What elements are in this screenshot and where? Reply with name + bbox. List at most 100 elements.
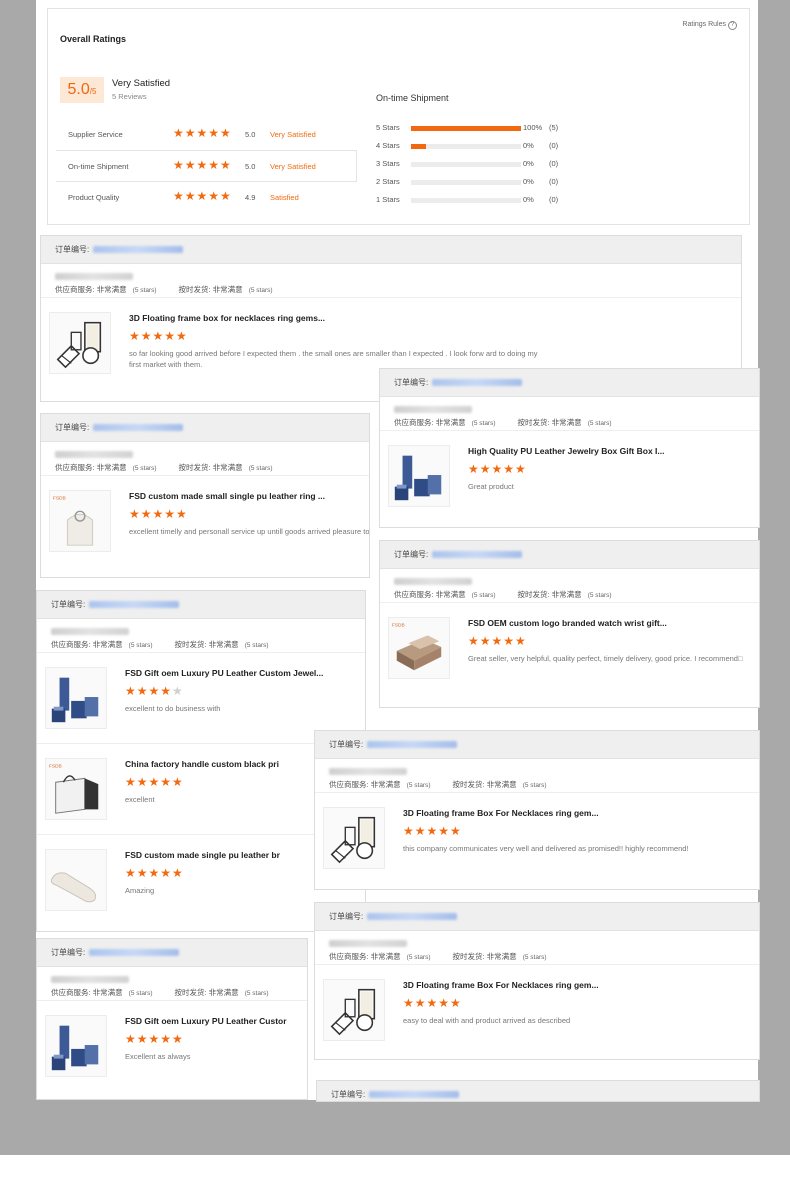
review-card: 订单编号: 供应商服务: 非常满意 (5 stars) 按时发货: 非常满意 (5 st… [314, 730, 760, 890]
order-number-header: 订单编号: [380, 541, 759, 569]
distribution-bar [411, 144, 521, 149]
sub-rating-value: 5.0 [245, 162, 256, 171]
distribution-percent: 0% [523, 195, 534, 204]
ring-stand-icon[interactable]: FSDB [49, 490, 111, 552]
order-number-header: 订单编号: [315, 903, 759, 931]
sub-rating-ontime-shipment[interactable]: On-time Shipment ★★★★★ 5.0 Very Satisfie… [56, 150, 357, 182]
frame-box-icon[interactable] [323, 807, 385, 869]
ontime-label: 按时发货: 非常满意 [517, 418, 582, 427]
blue-box-icon[interactable] [45, 1015, 107, 1077]
sub-rating-supplier-service: Supplier Service ★★★★★ 5.0 Very Satisfie… [56, 119, 356, 149]
review-item: FSDB FSD OEM custom logo branded watch wr… [380, 602, 759, 693]
review-comment: this company communicates very well and … [403, 844, 689, 853]
review-stars: ★★★★★ [125, 775, 184, 789]
supplier-service-stars: (5 stars) [471, 420, 496, 427]
order-number-header: 订单编号: [380, 369, 759, 397]
order-number-blurred[interactable] [89, 601, 180, 609]
review-item: High Quality PU Leather Jewelry Box Gift… [380, 430, 759, 521]
order-number-label: 订单编号: [55, 245, 90, 254]
order-number-blurred[interactable] [432, 379, 523, 387]
order-number-label: 订单编号: [51, 948, 86, 957]
buyer-name-blurred [55, 449, 369, 461]
supplier-service-stars: (5 stars) [471, 592, 496, 599]
paper-bag-icon[interactable]: FSDB [45, 758, 107, 820]
frame-box-icon[interactable] [323, 979, 385, 1041]
service-ratings-row: 供应商服务: 非常满意 (5 stars) 按时发货: 非常满意 (5 stars) [329, 950, 759, 964]
order-number-label: 订单编号: [394, 550, 429, 559]
product-name-link[interactable]: FSD Gift oem Luxury PU Leather Custor [125, 1016, 287, 1026]
ontime-label: 按时发货: 非常满意 [178, 285, 243, 294]
review-stars: ★★★★★ [125, 1032, 184, 1046]
supplier-service-stars: (5 stars) [128, 642, 153, 649]
review-card: 订单编号: 供应商服务: 非常满意 (5 stars) 按时发货: 非常满意 (5 st… [379, 368, 760, 528]
order-number-header: 订单编号: [37, 939, 307, 967]
ontime-stars: (5 stars) [522, 782, 547, 789]
frame-box-icon[interactable] [49, 312, 111, 374]
service-ratings-row: 供应商服务: 非常满意 (5 stars) 按时发货: 非常满意 (5 stars) [51, 638, 365, 652]
order-number-blurred[interactable] [367, 741, 458, 749]
blue-box-icon[interactable] [45, 667, 107, 729]
order-number-blurred[interactable] [367, 913, 458, 921]
product-name-link[interactable]: High Quality PU Leather Jewelry Box Gift… [468, 446, 665, 456]
order-number-blurred[interactable] [369, 1091, 460, 1099]
review-card: 订单编号: [316, 1080, 760, 1102]
ontime-label: 按时发货: 非常满意 [178, 463, 243, 472]
sub-rating-text: Very Satisfied [270, 130, 316, 139]
svg-text:FSDB: FSDB [49, 764, 62, 770]
ontime-stars: (5 stars) [248, 287, 273, 294]
product-name-link[interactable]: 3D Floating frame box for necklaces ring… [129, 313, 325, 323]
order-number-label: 订单编号: [329, 740, 364, 749]
sub-rating-name: Product Quality [68, 193, 120, 202]
review-comment: Great product [468, 482, 514, 491]
order-number-label: 订单编号: [51, 600, 86, 609]
review-stars: ★★★★★ [468, 462, 527, 476]
product-name-link[interactable]: FSD OEM custom logo branded watch wrist … [468, 618, 667, 628]
ontime-stars: (5 stars) [522, 954, 547, 961]
service-ratings-row: 供应商服务: 非常满意 (5 stars) 按时发货: 非常满意 (5 stars) [51, 986, 307, 1000]
supplier-service-label: 供应商服务: 非常满意 [394, 590, 466, 599]
order-number-blurred[interactable] [432, 551, 523, 559]
review-stars: ★★★★★ [468, 634, 527, 648]
review-meta: 供应商服务: 非常满意 (5 stars) 按时发货: 非常满意 (5 stars) [41, 442, 369, 475]
product-name-link[interactable]: FSD custom made small single pu leather … [129, 491, 325, 501]
review-meta: 供应商服务: 非常满意 (5 stars) 按时发货: 非常满意 (5 stars) [315, 759, 759, 792]
ratings-rules-link[interactable]: Ratings Rules? [682, 21, 737, 30]
watch-box-icon[interactable]: FSDB [388, 617, 450, 679]
order-number-blurred[interactable] [93, 424, 184, 432]
review-card: 订单编号: 供应商服务: 非常满意 (5 stars) 按时发货: 非常满意 (5 st… [36, 938, 308, 1100]
order-number-label: 订单编号: [55, 423, 90, 432]
service-ratings-row: 供应商服务: 非常满意 (5 stars) 按时发货: 非常满意 (5 stars) [55, 461, 369, 475]
bracelet-holder-icon[interactable] [45, 849, 107, 911]
order-number-blurred[interactable] [93, 246, 184, 254]
order-number-label: 订单编号: [329, 912, 364, 921]
product-name-link[interactable]: 3D Floating frame Box For Necklaces ring… [403, 980, 599, 990]
blue-box-icon[interactable] [388, 445, 450, 507]
review-meta: 供应商服务: 非常满意 (5 stars) 按时发货: 非常满意 (5 stars) [380, 569, 759, 602]
order-number-header: 订单编号: [317, 1081, 759, 1101]
order-number-blurred[interactable] [89, 949, 180, 957]
supplier-service-stars: (5 stars) [128, 990, 153, 997]
order-number-label: 订单编号: [394, 378, 429, 387]
product-name-link[interactable]: FSD Gift oem Luxury PU Leather Custom Je… [125, 668, 323, 678]
supplier-service-stars: (5 stars) [406, 954, 431, 961]
ontime-stars: (5 stars) [244, 642, 269, 649]
review-comment: Great seller, very helpful, quality perf… [468, 654, 743, 663]
stars-on: ★★★★★ [403, 824, 462, 838]
review-comment: easy to deal with and product arrived as… [403, 1016, 571, 1025]
review-card: 订单编号: 供应商服务: 非常满意 (5 stars) 按时发货: 非常满意 (5 st… [379, 540, 760, 708]
overall-score: 5.0/5 [60, 77, 104, 103]
product-name-link[interactable]: China factory handle custom black pri [125, 759, 279, 769]
buyer-name-blurred [51, 974, 307, 986]
order-number-header: 订单编号: [41, 236, 741, 264]
question-icon: ? [728, 21, 737, 30]
review-item: 3D Floating frame Box For Necklaces ring… [315, 964, 759, 1055]
service-ratings-row: 供应商服务: 非常满意 (5 stars) 按时发货: 非常满意 (5 stars) [394, 416, 759, 430]
distribution-count: (0) [549, 195, 559, 204]
product-name-link[interactable]: 3D Floating frame Box For Necklaces ring… [403, 808, 599, 818]
satisfaction-label: Very Satisfied [112, 78, 171, 89]
distribution-percent: 0% [523, 159, 534, 168]
sub-rating-text: Very Satisfied [270, 162, 316, 171]
stars-on: ★★★★★ [468, 462, 527, 476]
product-name-link[interactable]: FSD custom made single pu leather br [125, 850, 280, 860]
supplier-service-label: 供应商服务: 非常满意 [55, 285, 127, 294]
